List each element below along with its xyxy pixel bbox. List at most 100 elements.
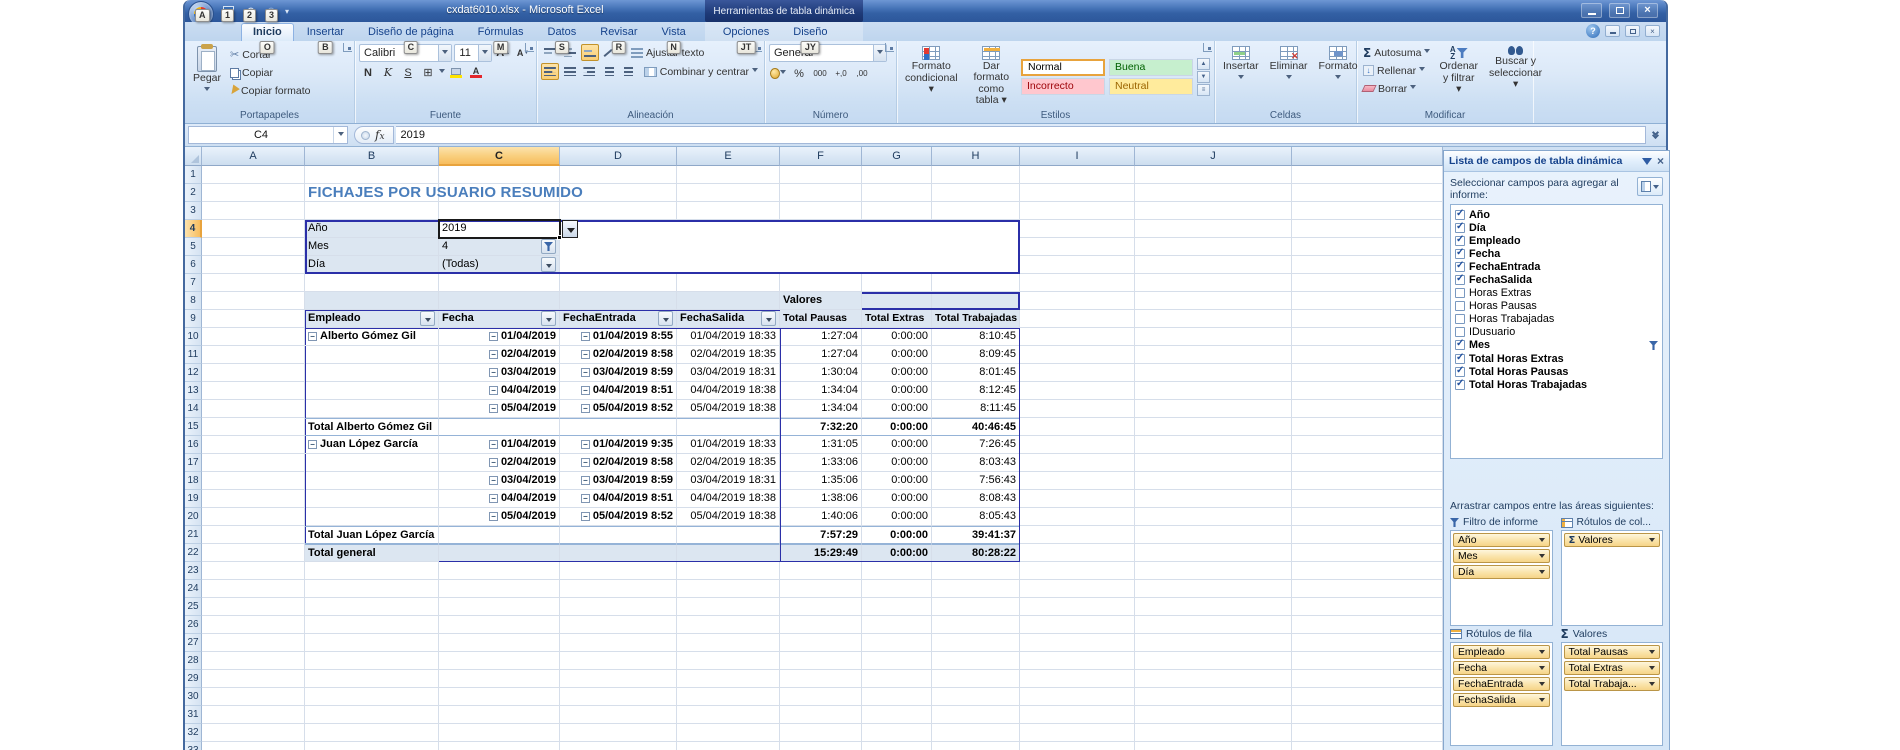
grid-cell[interactable]	[1292, 670, 1443, 688]
grid-cell[interactable]: (Todas)	[439, 256, 560, 274]
column-header[interactable]: G	[862, 147, 932, 166]
grid-cell[interactable]	[677, 598, 780, 616]
clipboard-dialog-launcher[interactable]	[343, 43, 352, 52]
grid-cell[interactable]: −03/04/2019 8:59	[560, 472, 677, 490]
grid-cell[interactable]: Total Juan López García	[305, 526, 439, 544]
grid-cell[interactable]	[1135, 238, 1292, 256]
grid-cell[interactable]	[202, 202, 305, 220]
row-header[interactable]: 17	[185, 454, 202, 472]
row-header[interactable]: 23	[185, 562, 202, 580]
field-item[interactable]: IDusuario	[1455, 326, 1658, 339]
row-header[interactable]: 4	[185, 220, 202, 238]
grid-cell[interactable]	[862, 166, 932, 184]
filter-dropdown[interactable]	[420, 311, 435, 326]
grid-cell[interactable]	[677, 706, 780, 724]
grid-cell[interactable]	[1135, 454, 1292, 472]
grid-cell[interactable]: 02/04/2019 18:35	[677, 454, 780, 472]
grid-cell[interactable]: −03/04/2019	[439, 364, 560, 382]
grid-cell[interactable]	[1292, 742, 1443, 750]
grid-cell[interactable]	[202, 454, 305, 472]
field-item[interactable]: FechaEntrada	[1455, 260, 1658, 273]
grid-cell[interactable]	[1292, 166, 1443, 184]
grid-cell[interactable]	[677, 652, 780, 670]
field-checkbox[interactable]	[1455, 275, 1465, 285]
grid-cell[interactable]: 0:00:00	[862, 454, 932, 472]
grid-cell[interactable]	[1135, 256, 1292, 274]
field-item[interactable]: Día	[1455, 221, 1658, 234]
grid-cell[interactable]	[305, 670, 439, 688]
gallery-down-button[interactable]: ▼	[1197, 71, 1210, 83]
formula-input[interactable]: 2019	[396, 126, 1646, 144]
grid-cell[interactable]	[202, 544, 305, 562]
grid-cell[interactable]	[202, 490, 305, 508]
grid-cell[interactable]	[202, 346, 305, 364]
grid-cell[interactable]	[202, 670, 305, 688]
copy-button[interactable]: Copiar	[228, 64, 312, 81]
grid-cell[interactable]	[305, 166, 439, 184]
grid-cell[interactable]	[202, 364, 305, 382]
grid-cell[interactable]	[1020, 364, 1135, 382]
grid-cell[interactable]	[1135, 274, 1292, 292]
grid-cell[interactable]	[1135, 292, 1292, 310]
grid-cell[interactable]	[439, 580, 560, 598]
grid-cell[interactable]	[932, 598, 1020, 616]
find-select-button[interactable]: Buscar y seleccionar ▾	[1485, 44, 1546, 109]
grid-cell[interactable]: FICHAJES POR USUARIO RESUMIDO	[305, 184, 439, 202]
collapse-button[interactable]: −	[581, 386, 590, 395]
row-header[interactable]: 3	[185, 202, 202, 220]
autosum-button[interactable]: Σ Autosuma	[1361, 44, 1432, 61]
grid-cell[interactable]: 15:29:49	[780, 544, 862, 562]
grid-cell[interactable]	[780, 166, 862, 184]
grid-cell[interactable]: 1:33:06	[780, 454, 862, 472]
tab-f-rmulas[interactable]: FórmulasM	[467, 24, 535, 41]
cell-style-incorrecto[interactable]: Incorrecto	[1021, 78, 1105, 95]
grid-cell[interactable]	[202, 382, 305, 400]
filter-dropdown[interactable]	[761, 311, 776, 326]
grid-cell[interactable]: −02/04/2019	[439, 454, 560, 472]
field-checkbox[interactable]	[1455, 327, 1465, 337]
grid-cell[interactable]	[1020, 220, 1135, 238]
grid-cell[interactable]	[1292, 184, 1443, 202]
grid-cell[interactable]: 02/04/2019 18:35	[677, 346, 780, 364]
grid-cell[interactable]	[560, 526, 677, 544]
grid-cell[interactable]	[1020, 544, 1135, 562]
grid-cell[interactable]	[932, 706, 1020, 724]
grid-cell[interactable]	[439, 706, 560, 724]
grid-cell[interactable]	[1292, 454, 1443, 472]
collapse-button[interactable]: −	[489, 332, 498, 341]
insert-cells-button[interactable]: Insertar	[1219, 44, 1263, 109]
grid-cell[interactable]	[1135, 742, 1292, 750]
grid-cell[interactable]	[1020, 724, 1135, 742]
fill-color-button[interactable]	[447, 64, 465, 81]
grid-cell[interactable]	[932, 670, 1020, 688]
grid-cell[interactable]: −03/04/2019	[439, 472, 560, 490]
grid-cell[interactable]	[560, 202, 677, 220]
field-item[interactable]: Total Horas Trabajadas	[1455, 378, 1658, 391]
field-checkbox[interactable]	[1455, 262, 1465, 272]
grid-cell[interactable]	[1135, 166, 1292, 184]
pane-menu-dropdown[interactable]	[1642, 158, 1652, 170]
area-field-button[interactable]: ΣValores	[1564, 533, 1661, 547]
grid-cell[interactable]	[560, 418, 677, 436]
collapse-button[interactable]: −	[489, 458, 498, 467]
grid-cell[interactable]	[1292, 526, 1443, 544]
column-header[interactable]: J	[1135, 147, 1292, 166]
column-header[interactable]	[1292, 147, 1443, 166]
grid-cell[interactable]	[305, 724, 439, 742]
grid-cell[interactable]	[560, 292, 677, 310]
field-checkbox[interactable]	[1455, 340, 1465, 350]
field-checkbox[interactable]	[1455, 210, 1465, 220]
grid-cell[interactable]	[1292, 508, 1443, 526]
area-field-button[interactable]: Total Extras	[1564, 661, 1661, 675]
grid-cell[interactable]: 7:56:43	[932, 472, 1020, 490]
grid-cell[interactable]	[677, 274, 780, 292]
row-header[interactable]: 29	[185, 670, 202, 688]
grid-cell[interactable]: 0:00:00	[862, 382, 932, 400]
grid-cell[interactable]	[1292, 472, 1443, 490]
accounting-format-button[interactable]	[769, 65, 787, 82]
grid-cell[interactable]	[677, 724, 780, 742]
grid-cell[interactable]	[1020, 418, 1135, 436]
grid-cell[interactable]	[305, 562, 439, 580]
grid-cell[interactable]: 0:00:00	[862, 346, 932, 364]
row-header[interactable]: 20	[185, 508, 202, 526]
